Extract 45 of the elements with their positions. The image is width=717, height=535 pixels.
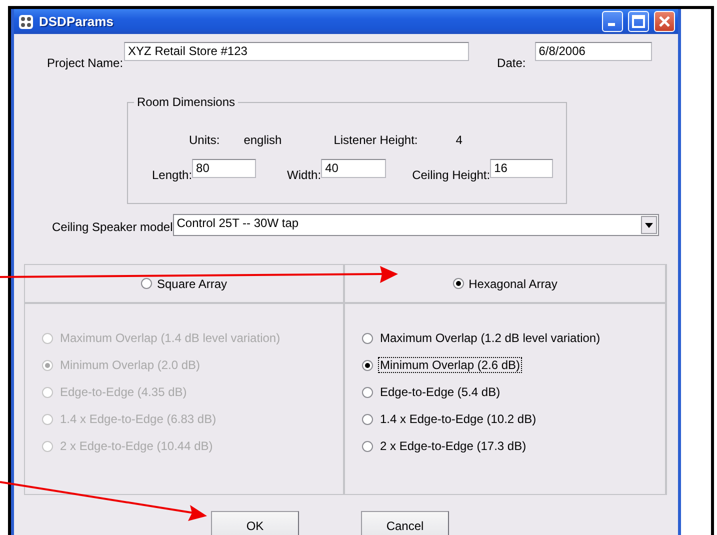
minimize-button[interactable] <box>602 11 623 32</box>
radio-button[interactable] <box>140 278 152 289</box>
radio-label: Maximum Overlap (1.2 dB level variation) <box>379 331 602 345</box>
field-label: Ceiling Speaker model <box>52 220 173 234</box>
radio-button[interactable] <box>362 386 373 398</box>
number-field[interactable]: 80 <box>192 159 256 178</box>
listener-height-value: 4 <box>456 133 462 147</box>
radio-label: Square Array <box>156 276 228 290</box>
close-button[interactable] <box>654 11 675 32</box>
units-label: Units: <box>189 133 220 147</box>
field-label: Length: <box>152 168 192 182</box>
field-label: Date: <box>497 56 526 70</box>
speaker-model-dropdown[interactable]: Control 25T -- 30W tap <box>172 214 659 236</box>
project-name-field[interactable]: XYZ Retail Store #123 <box>124 42 470 61</box>
app-icon <box>18 14 34 30</box>
radio-label: 2 x Edge-to-Edge (10.44 dB) <box>59 439 214 453</box>
radio-label: 1.4 x Edge-to-Edge (6.83 dB) <box>59 412 218 426</box>
radio-button[interactable] <box>362 332 373 344</box>
field-label: Project Name: <box>47 56 124 70</box>
field-label: Width: <box>287 168 322 182</box>
radio-label: Minimum Overlap (2.0 dB) <box>59 358 202 372</box>
number-field[interactable]: 16 <box>490 159 554 178</box>
listener-height-label: Listener Height: <box>334 133 418 147</box>
radio-label: 1.4 x Edge-to-Edge (10.2 dB) <box>379 412 538 426</box>
radio-button[interactable] <box>362 360 373 370</box>
radio-label: Hexagonal Array <box>468 276 558 290</box>
radio-label: Edge-to-Edge (5.4 dB) <box>379 385 502 399</box>
radio-label: Maximum Overlap (1.4 dB level variation) <box>59 331 282 345</box>
group-title: Room Dimensions <box>134 95 238 109</box>
radio-label: Edge-to-Edge (4.35 dB) <box>59 385 188 399</box>
radio-label: Minimum Overlap (2.6 dB) <box>379 358 522 372</box>
window-title: DSDParams <box>39 14 114 29</box>
close-icon <box>658 15 671 28</box>
cancel-button[interactable]: Cancel <box>361 511 449 535</box>
radio-button[interactable] <box>362 440 373 452</box>
ok-button[interactable]: OK <box>211 511 299 535</box>
maximize-button[interactable] <box>628 11 649 32</box>
field-label: Ceiling Height: <box>412 168 490 182</box>
units-value: english <box>244 133 282 147</box>
radio-button[interactable] <box>362 414 373 424</box>
radio-button[interactable] <box>452 278 464 289</box>
maximize-icon <box>632 15 645 28</box>
number-field[interactable]: 40 <box>321 159 386 178</box>
date-field[interactable]: 6/8/2006 <box>534 42 652 61</box>
radio-label: 2 x Edge-to-Edge (17.3 dB) <box>379 439 528 453</box>
